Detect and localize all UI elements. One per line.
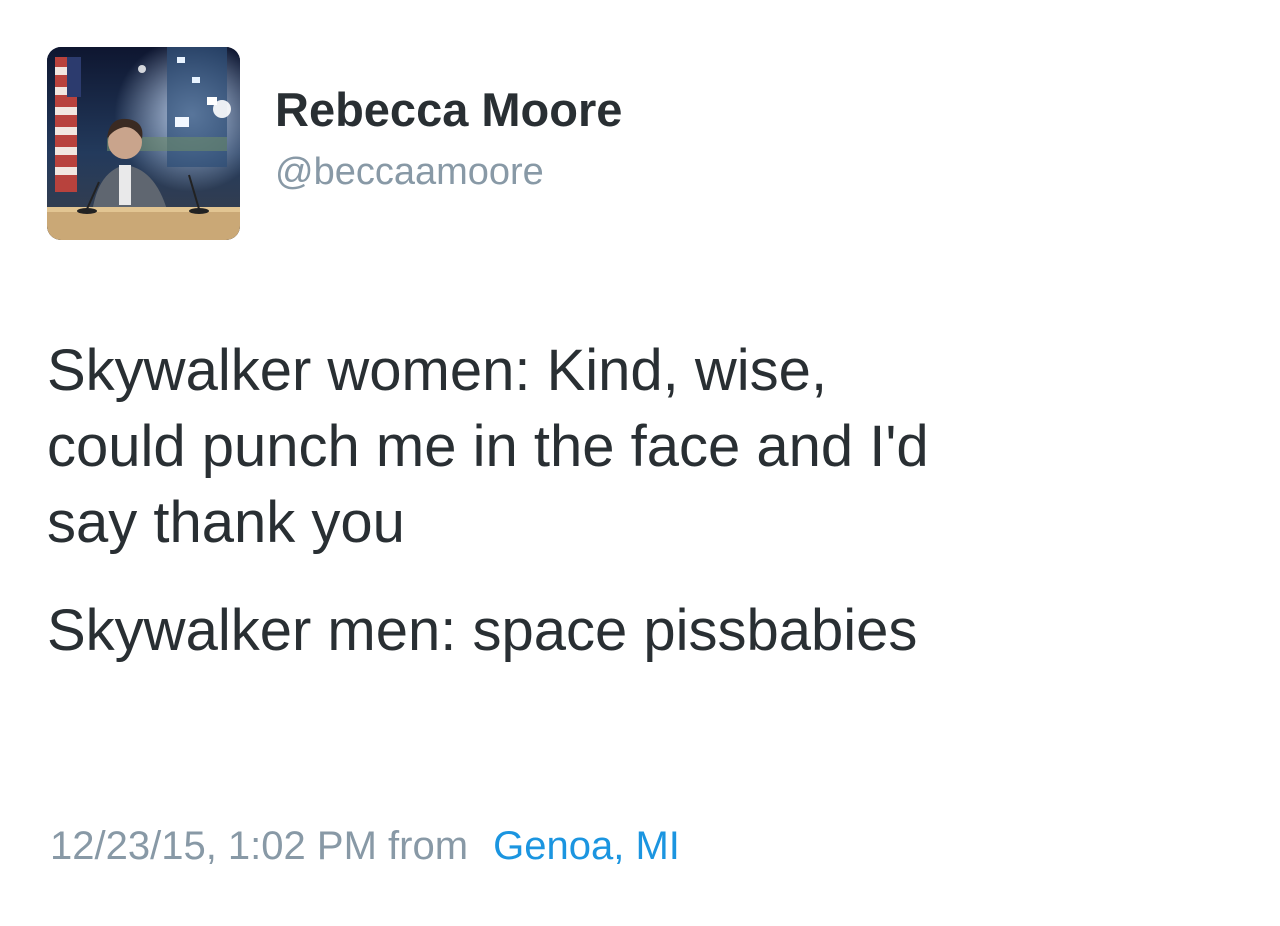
from-label: from bbox=[388, 824, 469, 868]
avatar[interactable] bbox=[47, 47, 240, 240]
tweet-timestamp[interactable]: 12/23/15, 1:02 PM bbox=[50, 824, 377, 868]
user-handle[interactable]: @beccaamoore bbox=[275, 148, 622, 196]
tweet-card: Rebecca Moore @beccaamoore Skywalker wom… bbox=[0, 0, 1280, 926]
display-name[interactable]: Rebecca Moore bbox=[275, 80, 622, 140]
location-link[interactable]: Genoa, MI bbox=[493, 824, 680, 868]
tweet-meta: 12/23/15, 1:02 PM from Genoa, MI bbox=[50, 818, 680, 874]
tweet-paragraph: Skywalker men: space pissbabies bbox=[47, 593, 1247, 669]
avatar-photo bbox=[47, 47, 240, 240]
tweet-line: Skywalker women: Kind, wise, bbox=[47, 338, 828, 403]
tweet-line: Skywalker men: space pissbabies bbox=[47, 598, 918, 663]
tweet-text: Skywalker women: Kind, wise, could punch… bbox=[47, 333, 1247, 669]
user-info: Rebecca Moore @beccaamoore bbox=[275, 80, 622, 196]
tweet-paragraph: Skywalker women: Kind, wise, could punch… bbox=[47, 333, 1247, 561]
tweet-line: say thank you bbox=[47, 490, 405, 555]
tweet-line: could punch me in the face and I'd bbox=[47, 414, 929, 479]
